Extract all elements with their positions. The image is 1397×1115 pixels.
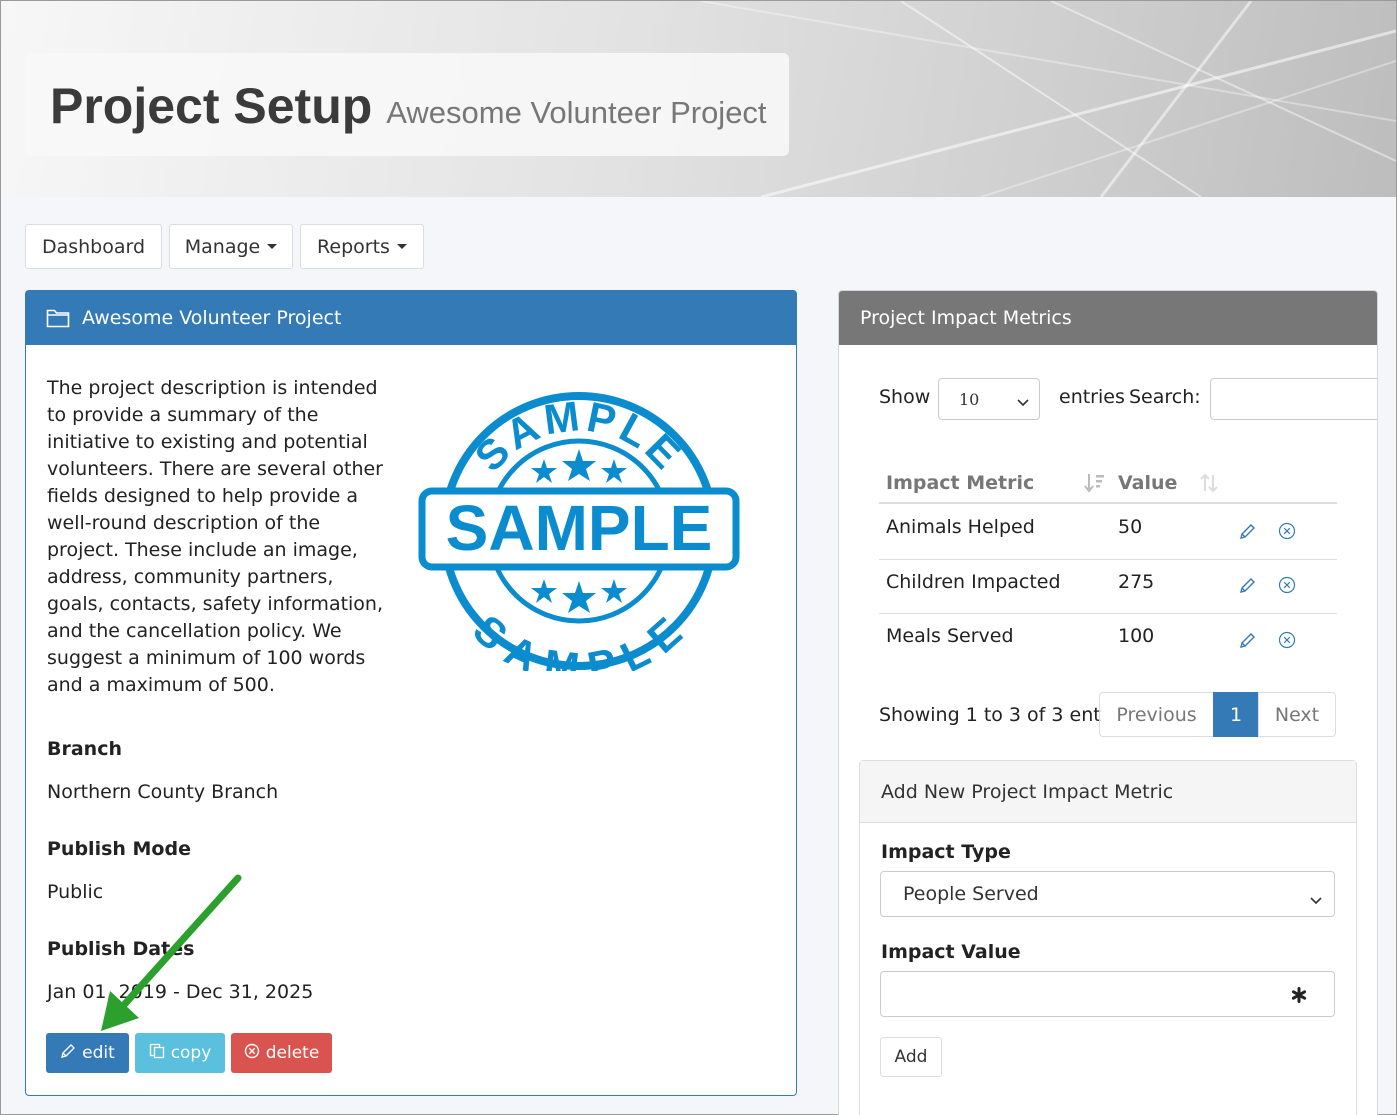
edit-pencil-icon[interactable] bbox=[1239, 576, 1257, 599]
dashboard-button[interactable]: Dashboard bbox=[25, 224, 162, 269]
page-size-value: 10 bbox=[959, 389, 980, 409]
copy-button-label: copy bbox=[170, 1043, 212, 1063]
pagination-page-label: 1 bbox=[1229, 703, 1243, 726]
impact-metrics-panel-title: Project Impact Metrics bbox=[860, 307, 1072, 329]
edit-pencil-icon[interactable] bbox=[1239, 522, 1257, 545]
metric-name: Meals Served bbox=[886, 625, 1014, 647]
sort-icon[interactable] bbox=[1199, 473, 1219, 498]
add-metric-button-label: Add bbox=[894, 1047, 928, 1067]
impact-type-value: People Served bbox=[903, 883, 1039, 905]
remove-circle-icon[interactable] bbox=[1278, 576, 1296, 599]
impact-value-label: Impact Value bbox=[881, 941, 1021, 963]
project-details-panel: Awesome Volunteer Project The project de… bbox=[25, 290, 797, 1096]
caret-down-icon bbox=[396, 244, 407, 249]
column-header-value[interactable]: Value bbox=[1118, 472, 1177, 494]
project-panel-title: Awesome Volunteer Project bbox=[82, 307, 342, 329]
impact-value-input[interactable] bbox=[880, 971, 1335, 1017]
manage-button-label: Manage bbox=[184, 235, 261, 258]
edit-pencil-icon[interactable] bbox=[1239, 631, 1257, 654]
project-description: The project description is intended to p… bbox=[47, 377, 384, 696]
column-header-impact-metric[interactable]: Impact Metric bbox=[886, 472, 1034, 494]
sort-descending-icon[interactable] bbox=[1084, 473, 1106, 498]
metric-name: Children Impacted bbox=[886, 571, 1061, 593]
caret-down-icon bbox=[267, 244, 278, 249]
metric-value: 50 bbox=[1118, 516, 1143, 538]
svg-text:SAMPLE: SAMPLE bbox=[446, 492, 713, 564]
metric-value: 100 bbox=[1118, 625, 1155, 647]
show-label: Show bbox=[879, 386, 931, 408]
folder-icon bbox=[46, 308, 70, 328]
table-header-divider bbox=[879, 502, 1337, 504]
svg-text:SAMPLE: SAMPLE bbox=[464, 606, 693, 671]
chevron-down-icon bbox=[1310, 889, 1322, 911]
pagination-next[interactable]: Next bbox=[1258, 692, 1336, 737]
manage-dropdown-button[interactable]: Manage bbox=[169, 224, 293, 269]
table-info-text: Showing 1 to 3 of 3 entries bbox=[879, 704, 1101, 726]
page-title-box: Project Setup Awesome Volunteer Project bbox=[25, 53, 789, 156]
edit-button-label: edit bbox=[82, 1043, 115, 1063]
impact-type-label: Impact Type bbox=[881, 841, 1011, 863]
sample-stamp-image: SAMPLE SAMPLE SAMPLE bbox=[416, 391, 742, 692]
search-label: Search: bbox=[1129, 386, 1201, 408]
remove-circle-icon[interactable] bbox=[1278, 522, 1296, 545]
add-metric-button[interactable]: Add bbox=[880, 1037, 942, 1077]
publish-mode-label: Publish Mode bbox=[47, 838, 191, 860]
impact-type-select[interactable]: People Served bbox=[880, 871, 1335, 917]
pagination-next-label: Next bbox=[1274, 703, 1320, 726]
search-input[interactable] bbox=[1210, 378, 1377, 420]
pagination-page-1[interactable]: 1 bbox=[1213, 692, 1259, 737]
publish-mode-value: Public bbox=[47, 881, 104, 903]
publish-dates-label: Publish Dates bbox=[47, 938, 195, 960]
row-divider bbox=[879, 559, 1337, 560]
delete-button[interactable]: delete bbox=[231, 1033, 332, 1073]
branch-value: Northern County Branch bbox=[47, 781, 279, 803]
branch-label: Branch bbox=[47, 738, 122, 760]
page-size-select[interactable]: 10 bbox=[938, 378, 1040, 420]
reports-dropdown-button[interactable]: Reports bbox=[300, 224, 424, 269]
page-header-banner: Project Setup Awesome Volunteer Project bbox=[1, 1, 1396, 197]
pagination-previous[interactable]: Previous bbox=[1099, 692, 1214, 737]
chevron-down-icon bbox=[1017, 393, 1029, 412]
dashboard-button-label: Dashboard bbox=[41, 235, 146, 258]
pencil-icon bbox=[60, 1043, 76, 1064]
delete-button-label: delete bbox=[265, 1043, 320, 1063]
copy-button[interactable]: copy bbox=[135, 1033, 225, 1073]
metric-name: Animals Helped bbox=[886, 516, 1035, 538]
edit-button[interactable]: edit bbox=[46, 1033, 129, 1073]
row-divider bbox=[879, 613, 1337, 614]
required-asterisk-icon bbox=[1291, 986, 1307, 1008]
remove-circle-icon[interactable] bbox=[1278, 631, 1296, 654]
reports-button-label: Reports bbox=[317, 235, 390, 258]
project-panel-header: Awesome Volunteer Project bbox=[26, 291, 796, 345]
entries-label: entries bbox=[1059, 386, 1125, 408]
copy-icon bbox=[149, 1043, 165, 1064]
publish-dates-value: Jan 01, 2019 - Dec 31, 2025 bbox=[47, 981, 314, 1003]
impact-metrics-panel-header: Project Impact Metrics bbox=[839, 291, 1377, 345]
page-subtitle: Awesome Volunteer Project bbox=[386, 95, 767, 130]
pagination-previous-label: Previous bbox=[1116, 703, 1197, 726]
page-title: Project Setup bbox=[50, 78, 373, 134]
add-impact-metric-panel: Add New Project Impact Metric Impact Typ… bbox=[859, 760, 1357, 1115]
circle-x-icon bbox=[244, 1043, 260, 1064]
metric-value: 275 bbox=[1118, 571, 1155, 593]
add-impact-metric-header: Add New Project Impact Metric bbox=[860, 761, 1356, 823]
impact-metrics-panel: Project Impact Metrics Show 10 entries S… bbox=[838, 290, 1378, 1115]
add-impact-metric-title: Add New Project Impact Metric bbox=[881, 780, 1174, 803]
